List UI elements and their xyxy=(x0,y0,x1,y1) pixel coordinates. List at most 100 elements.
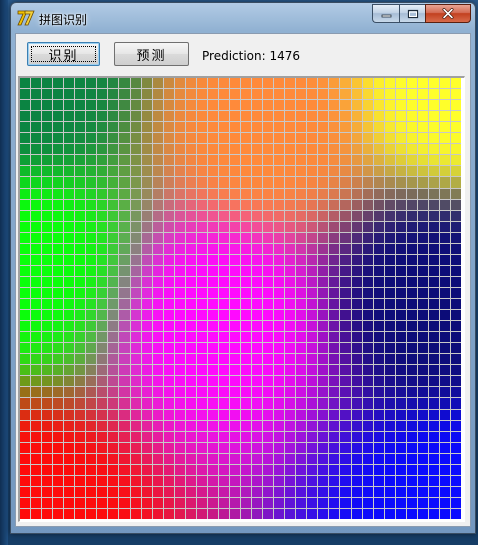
mosaic-cell xyxy=(141,354,152,365)
mosaic-cell xyxy=(20,376,31,387)
mosaic-cell xyxy=(141,387,152,398)
mosaic-cell xyxy=(130,232,141,243)
mosaic-cell xyxy=(218,188,229,199)
mosaic-cell xyxy=(185,232,196,243)
mosaic-cell xyxy=(174,376,185,387)
mosaic-cell xyxy=(196,376,207,387)
mosaic-cell xyxy=(252,343,263,354)
mosaic-cell xyxy=(439,177,450,188)
mosaic-cell xyxy=(274,188,285,199)
mosaic-cell xyxy=(64,508,75,519)
mosaic-cell xyxy=(384,310,395,321)
mosaic-cell xyxy=(263,299,274,310)
mosaic-cell xyxy=(31,144,42,155)
predict-button[interactable]: 预测 xyxy=(114,42,189,66)
color-mosaic-grid[interactable] xyxy=(20,78,461,519)
mosaic-cell xyxy=(64,232,75,243)
mosaic-cell xyxy=(252,254,263,265)
mosaic-cell xyxy=(241,420,252,431)
minimize-button[interactable] xyxy=(372,4,399,23)
mosaic-cell xyxy=(318,177,329,188)
mosaic-cell xyxy=(53,122,64,133)
mosaic-cell xyxy=(141,155,152,166)
mosaic-cell xyxy=(86,265,97,276)
mosaic-cell xyxy=(307,343,318,354)
mosaic-cell xyxy=(97,343,108,354)
mosaic-cell xyxy=(406,310,417,321)
mosaic-cell xyxy=(20,431,31,442)
minimize-icon xyxy=(381,14,391,18)
mosaic-cell xyxy=(64,221,75,232)
mosaic-cell xyxy=(130,486,141,497)
mosaic-cell xyxy=(417,409,428,420)
mosaic-cell xyxy=(307,464,318,475)
mosaic-cell xyxy=(395,155,406,166)
mosaic-cell xyxy=(97,177,108,188)
mosaic-cell xyxy=(252,310,263,321)
mosaic-cell xyxy=(274,431,285,442)
mosaic-cell xyxy=(384,321,395,332)
mosaic-cell xyxy=(241,365,252,376)
maximize-button[interactable] xyxy=(399,4,425,23)
mosaic-cell xyxy=(152,287,163,298)
mosaic-cell xyxy=(163,155,174,166)
mosaic-cell xyxy=(252,398,263,409)
mosaic-cell xyxy=(75,310,86,321)
close-button[interactable] xyxy=(425,4,471,23)
mosaic-cell xyxy=(86,243,97,254)
mosaic-cell xyxy=(384,78,395,89)
mosaic-cell xyxy=(450,354,461,365)
mosaic-cell xyxy=(450,155,461,166)
mosaic-cell xyxy=(86,453,97,464)
mosaic-cell xyxy=(229,89,240,100)
mosaic-cell xyxy=(218,155,229,166)
mosaic-cell xyxy=(163,254,174,265)
mosaic-cell xyxy=(450,243,461,254)
mosaic-cell xyxy=(351,78,362,89)
mosaic-cell xyxy=(296,442,307,453)
mosaic-cell xyxy=(395,166,406,177)
mosaic-cell xyxy=(252,232,263,243)
title-bar[interactable]: 拼图识别 xyxy=(11,3,475,33)
mosaic-cell xyxy=(296,111,307,122)
mosaic-cell xyxy=(108,409,119,420)
recognize-button[interactable]: 识别 xyxy=(27,42,100,66)
mosaic-cell xyxy=(97,287,108,298)
mosaic-cell xyxy=(53,78,64,89)
mosaic-cell xyxy=(196,100,207,111)
mosaic-cell xyxy=(351,177,362,188)
mosaic-cell xyxy=(163,365,174,376)
mosaic-cell xyxy=(340,497,351,508)
mosaic-cell xyxy=(185,376,196,387)
mosaic-cell xyxy=(53,332,64,343)
mosaic-cell xyxy=(340,321,351,332)
mosaic-cell xyxy=(439,497,450,508)
mosaic-cell xyxy=(296,177,307,188)
mosaic-cell xyxy=(329,111,340,122)
mosaic-cell xyxy=(229,464,240,475)
mosaic-cell xyxy=(196,497,207,508)
mosaic-cell xyxy=(450,221,461,232)
mosaic-cell xyxy=(196,475,207,486)
mosaic-cell xyxy=(108,276,119,287)
mosaic-cell xyxy=(318,155,329,166)
mosaic-cell xyxy=(329,243,340,254)
mosaic-cell xyxy=(340,464,351,475)
mosaic-cell xyxy=(285,133,296,144)
mosaic-cell xyxy=(174,321,185,332)
mosaic-cell xyxy=(86,508,97,519)
mosaic-cell xyxy=(53,210,64,221)
mosaic-cell xyxy=(20,475,31,486)
puzzle-canvas[interactable] xyxy=(18,76,465,522)
mosaic-cell xyxy=(207,475,218,486)
mosaic-cell xyxy=(130,122,141,133)
mosaic-cell xyxy=(373,221,384,232)
mosaic-cell xyxy=(252,265,263,276)
mosaic-cell xyxy=(75,166,86,177)
mosaic-cell xyxy=(174,497,185,508)
mosaic-cell xyxy=(340,265,351,276)
mosaic-cell xyxy=(185,310,196,321)
mosaic-cell xyxy=(307,232,318,243)
mosaic-cell xyxy=(340,310,351,321)
mosaic-cell xyxy=(439,431,450,442)
